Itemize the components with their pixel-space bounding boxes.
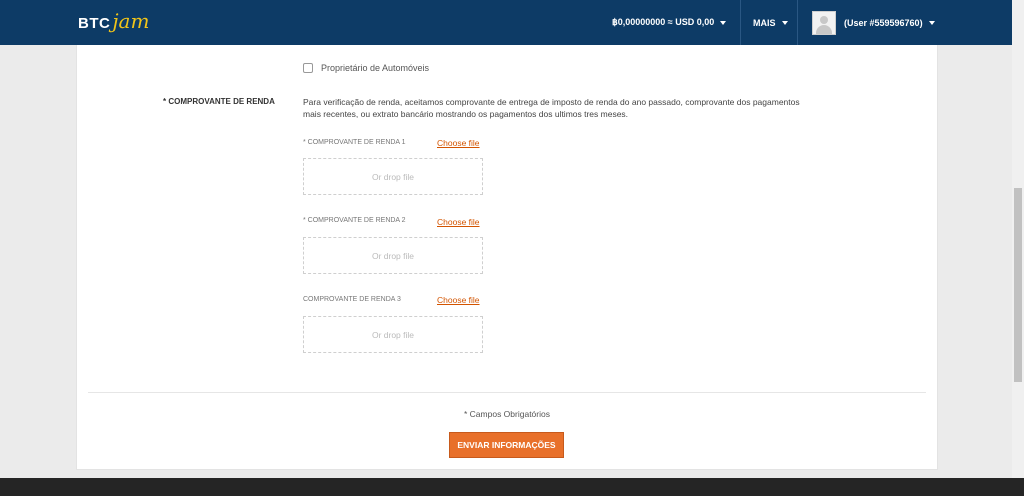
income-proof-label: * COMPROVANTE DE RENDA <box>163 97 275 106</box>
nav-divider <box>740 0 741 45</box>
drop-hint: Or drop file <box>371 171 415 182</box>
car-owner-label: Proprietário de Automóveis <box>321 63 430 73</box>
drop-hint: Or drop file <box>371 329 415 340</box>
page-scrollbar[interactable] <box>1012 0 1024 478</box>
car-owner-checkbox[interactable] <box>303 63 313 73</box>
page-footer <box>0 478 1024 496</box>
upload-label-3: COMPROVANTE DE RENDA 3 <box>303 296 401 303</box>
form-divider <box>88 392 926 393</box>
logo-btc-text: BTC <box>78 15 111 32</box>
avatar <box>812 10 836 35</box>
btcjam-logo[interactable]: BTC jam <box>78 9 149 35</box>
dropzone-2[interactable]: Or drop file <box>303 237 483 274</box>
balance-dropdown[interactable]: ฿0,00000000 ≈ USD 0,00 <box>612 0 727 45</box>
more-label: MAIS <box>753 17 776 28</box>
required-fields-note: * Campos Obrigatórios <box>464 409 550 419</box>
logo-jam-text: jam <box>112 9 150 33</box>
top-navbar: BTC jam ฿0,00000000 ≈ USD 0,00 MAIS (Use… <box>0 0 1012 45</box>
user-name: (User #559596760) <box>844 17 923 28</box>
drop-hint: Or drop file <box>371 250 415 261</box>
scrollbar-thumb[interactable] <box>1014 188 1022 382</box>
submit-button[interactable]: ENVIAR INFORMAÇÕES <box>449 432 564 458</box>
chevron-down-icon <box>720 20 727 25</box>
income-proof-description: Para verificação de renda, aceitamos com… <box>303 97 800 119</box>
choose-file-button-3[interactable]: Choose file <box>437 295 480 305</box>
choose-file-button-1[interactable]: Choose file <box>437 138 480 148</box>
car-owner-option[interactable]: Proprietário de Automóveis <box>303 63 429 73</box>
chevron-down-icon <box>928 20 935 25</box>
dropzone-1[interactable]: Or drop file <box>303 158 483 195</box>
nav-divider <box>797 0 798 45</box>
income-proof-form: Proprietário de Automóveis * COMPROVANTE… <box>76 45 938 470</box>
choose-file-button-2[interactable]: Choose file <box>437 217 480 227</box>
upload-label-2: * COMPROVANTE DE RENDA 2 <box>303 217 406 224</box>
chevron-down-icon <box>781 20 788 25</box>
more-menu[interactable]: MAIS <box>753 0 788 45</box>
dropzone-3[interactable]: Or drop file <box>303 316 483 353</box>
upload-label-1: * COMPROVANTE DE RENDA 1 <box>303 139 406 146</box>
user-menu[interactable]: (User #559596760) <box>812 0 935 45</box>
balance-text: ฿0,00000000 ≈ USD 0,00 <box>612 17 715 27</box>
